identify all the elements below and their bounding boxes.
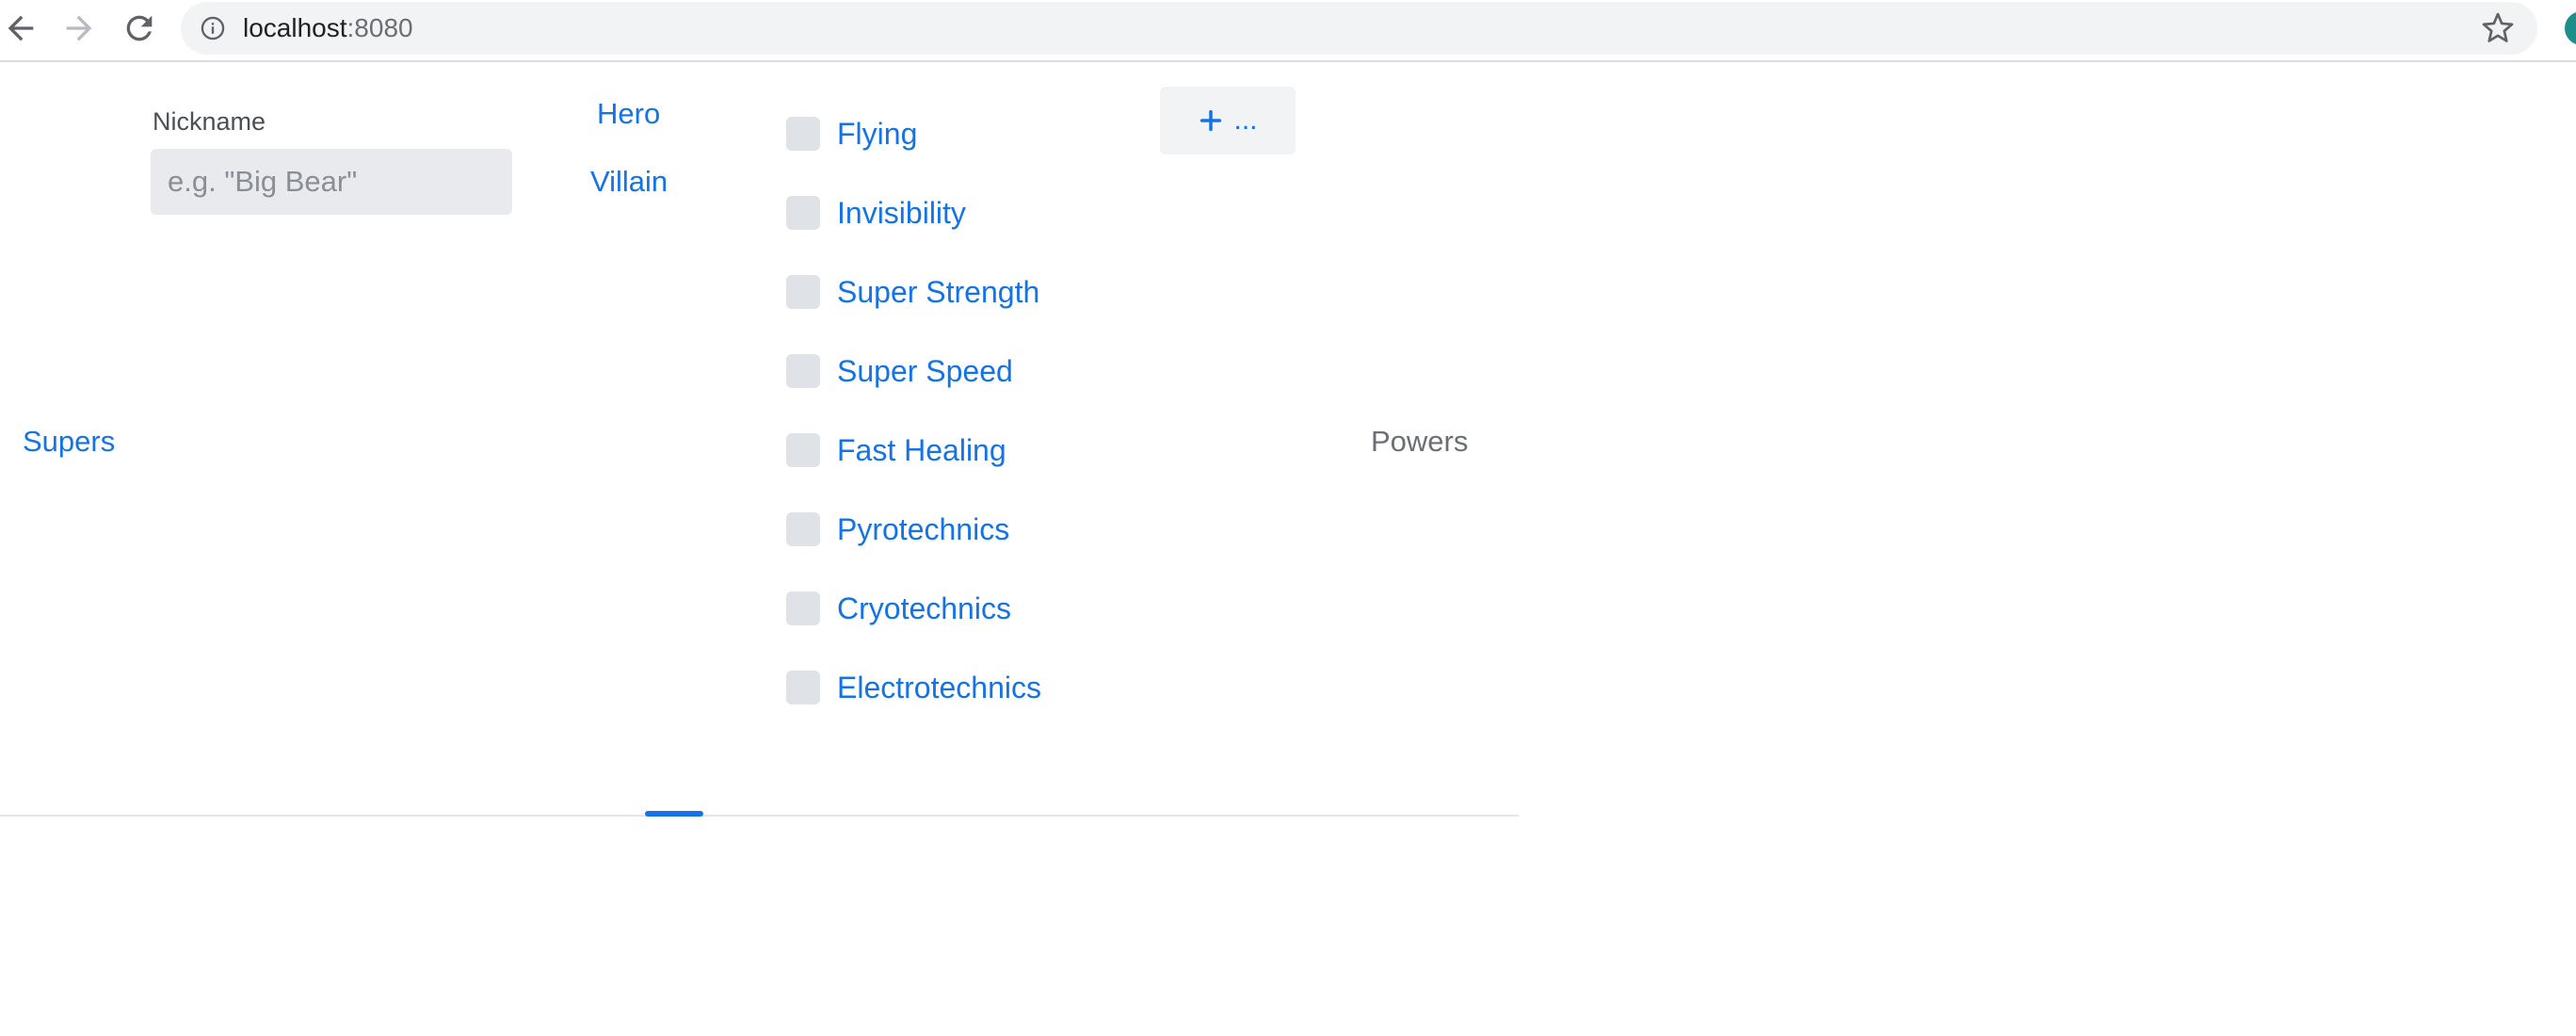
active-tab-indicator: [645, 811, 703, 817]
url-text[interactable]: localhost:8080: [243, 14, 413, 42]
power-checkbox[interactable]: [786, 671, 820, 704]
power-label[interactable]: Fast Healing: [837, 433, 1006, 467]
power-checkbox[interactable]: [786, 512, 820, 546]
type-option-hero[interactable]: Hero: [597, 97, 660, 131]
nickname-input[interactable]: [151, 149, 512, 215]
address-bar[interactable]: localhost:8080: [181, 2, 2537, 55]
power-checkbox[interactable]: [786, 591, 820, 625]
power-checkbox[interactable]: [786, 354, 820, 388]
nickname-label: Nickname: [153, 107, 266, 136]
power-label[interactable]: Flying: [837, 117, 917, 151]
forward-arrow-icon[interactable]: [60, 9, 98, 47]
power-label[interactable]: Cryotechnics: [837, 591, 1011, 625]
power-label[interactable]: Super Strength: [837, 275, 1039, 309]
power-checkbox[interactable]: [786, 275, 820, 309]
power-label[interactable]: Pyrotechnics: [837, 512, 1009, 546]
power-checkbox[interactable]: [786, 433, 820, 467]
tab-supers[interactable]: Supers: [23, 425, 115, 459]
info-icon[interactable]: [200, 15, 226, 41]
power-checkbox[interactable]: [786, 117, 820, 151]
add-power-button[interactable]: ...: [1160, 87, 1296, 154]
bookmark-star-icon[interactable]: [2481, 11, 2515, 45]
power-checkbox[interactable]: [786, 196, 820, 230]
type-option-villain[interactable]: Villain: [590, 165, 668, 199]
url-host: localhost: [243, 13, 347, 42]
power-label[interactable]: Invisibility: [837, 196, 966, 230]
reload-icon[interactable]: [121, 9, 158, 47]
power-label[interactable]: Super Speed: [837, 354, 1013, 388]
power-label[interactable]: Electrotechnics: [837, 671, 1041, 704]
powers-heading: Powers: [1371, 425, 1469, 458]
browser-toolbar: localhost:8080: [0, 0, 2576, 62]
back-arrow-icon[interactable]: [2, 9, 40, 47]
profile-avatar[interactable]: [2565, 11, 2576, 45]
plus-icon: [1198, 107, 1224, 134]
bottom-divider: [0, 815, 1519, 817]
url-port: :8080: [346, 13, 413, 42]
add-button-label: ...: [1233, 105, 1258, 136]
